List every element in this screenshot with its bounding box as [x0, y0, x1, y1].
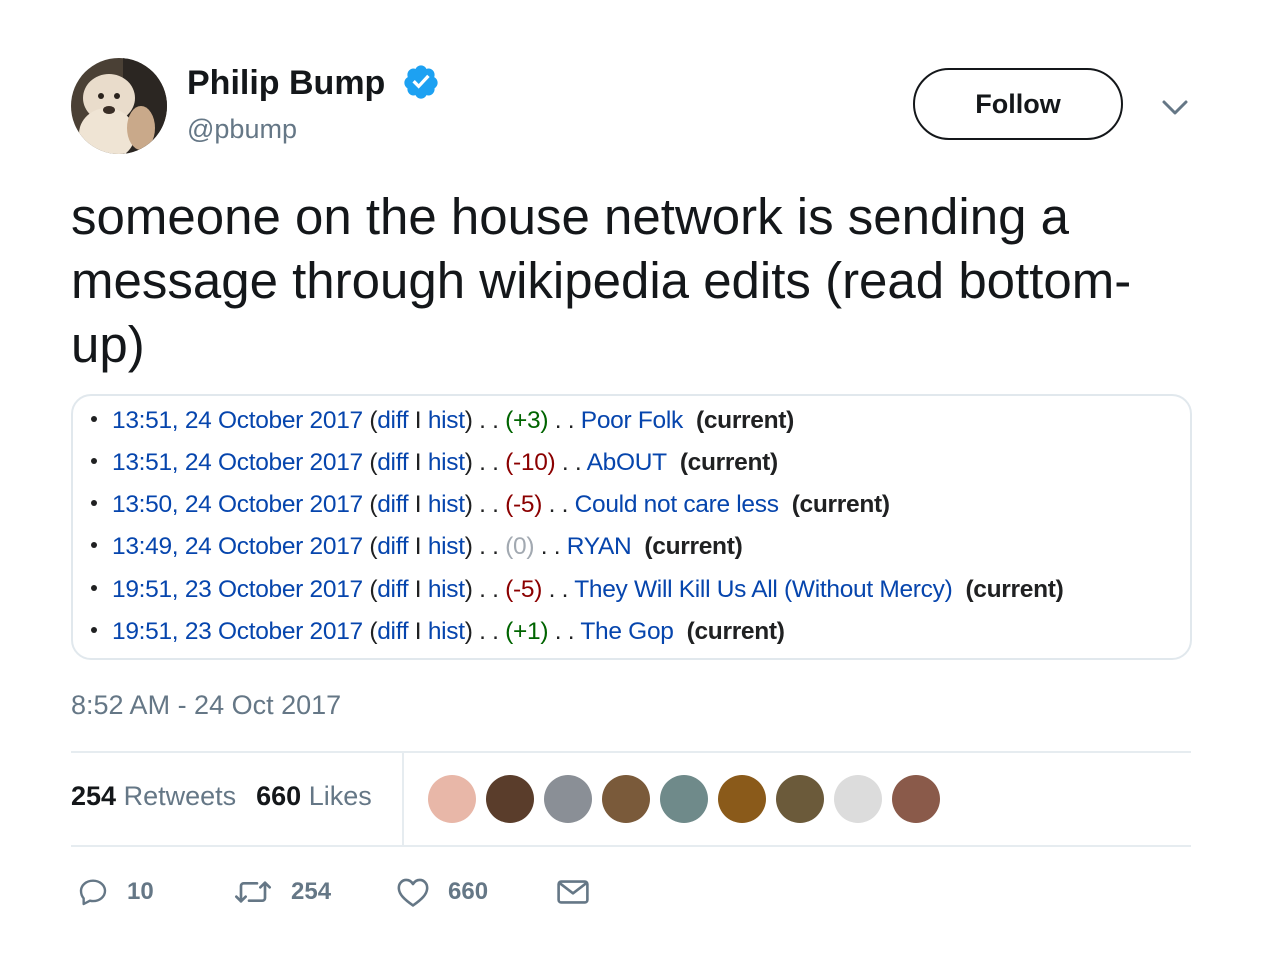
current-status: (current) [695, 407, 794, 434]
diff-link: diff [377, 533, 409, 560]
current-status: (current) [965, 576, 1064, 603]
bullet [91, 415, 97, 422]
retweets-count: 254 [71, 781, 117, 811]
edit-datetime: 13:49, 24 October 2017 [112, 533, 363, 560]
liker-avatar[interactable] [892, 775, 940, 823]
byte-change: (-5) [505, 576, 543, 603]
retweet-button[interactable]: 254 [233, 872, 331, 912]
chevron-down-icon[interactable] [1160, 94, 1190, 120]
edit-row: 13:50, 24 October 2017 (diff I hist) . .… [91, 491, 890, 521]
byte-change: (0) [505, 533, 535, 560]
article-title: They Will Kill Us All (Without Mercy) [574, 576, 953, 603]
heart-icon [397, 878, 429, 907]
edit-row: 13:51, 24 October 2017 (diff I hist) . .… [91, 407, 794, 437]
author-handle[interactable]: @pbump [187, 114, 297, 145]
liker-avatar[interactable] [834, 775, 882, 823]
article-title: The Gop [580, 618, 674, 645]
diff-link: diff [377, 449, 409, 476]
edit-datetime: 19:51, 23 October 2017 [112, 618, 363, 645]
liker-avatar[interactable] [776, 775, 824, 823]
likes-stat[interactable]: 660 Likes [256, 781, 372, 811]
edit-row: 13:49, 24 October 2017 (diff I hist) . .… [91, 533, 743, 563]
hist-link: hist [427, 407, 465, 434]
liker-avatar[interactable] [718, 775, 766, 823]
bullet [91, 541, 97, 548]
diff-link: diff [377, 407, 409, 434]
author-name[interactable]: Philip Bump [187, 64, 385, 103]
current-status: (current) [679, 449, 778, 476]
like-count: 660 [448, 878, 489, 905]
edit-datetime: 13:51, 24 October 2017 [112, 407, 363, 434]
bullet [91, 584, 97, 591]
edit-datetime: 13:50, 24 October 2017 [112, 491, 363, 518]
envelope-icon [557, 880, 589, 904]
divider [71, 751, 1191, 753]
current-status: (current) [791, 491, 890, 518]
hist-link: hist [427, 491, 465, 518]
edit-row: 19:51, 23 October 2017 (diff I hist) . .… [91, 618, 785, 648]
article-title: RYAN [566, 533, 632, 560]
liker-avatar[interactable] [660, 775, 708, 823]
liker-avatar[interactable] [428, 775, 476, 823]
stats-separator [402, 753, 404, 845]
bullet [91, 457, 97, 464]
reply-count: 10 [127, 878, 154, 905]
author-avatar[interactable] [71, 58, 167, 154]
edit-row: 19:51, 23 October 2017 (diff I hist) . .… [91, 576, 1064, 606]
hist-link: hist [427, 576, 465, 603]
diff-link: diff [377, 576, 409, 603]
engagement-stats: 254 Retweets 660 Likes [71, 781, 372, 812]
hist-link: hist [427, 618, 465, 645]
verified-badge-icon [402, 63, 440, 101]
tweet-timestamp[interactable]: 8:52 AM - 24 Oct 2017 [71, 690, 341, 721]
hist-link: hist [427, 449, 465, 476]
retweet-icon [235, 881, 271, 903]
current-status: (current) [686, 618, 785, 645]
liker-avatar[interactable] [544, 775, 592, 823]
byte-change: (-10) [505, 449, 556, 476]
likes-label: Likes [308, 781, 372, 811]
retweet-count: 254 [291, 878, 332, 905]
likes-count: 660 [256, 781, 302, 811]
tweet-text: someone on the house network is sending … [71, 188, 1132, 373]
like-button[interactable]: 660 [396, 872, 488, 912]
direct-message-button[interactable] [556, 872, 590, 912]
retweets-label: Retweets [123, 781, 237, 811]
liker-avatar[interactable] [486, 775, 534, 823]
liker-avatar[interactable] [602, 775, 650, 823]
hist-link: hist [427, 533, 465, 560]
retweets-stat[interactable]: 254 Retweets [71, 781, 236, 811]
follow-button[interactable]: Follow [913, 68, 1123, 140]
divider [71, 845, 1191, 847]
edit-datetime: 19:51, 23 October 2017 [112, 576, 363, 603]
reply-button[interactable]: 10 [77, 872, 154, 912]
attached-image[interactable]: 13:51, 24 October 2017 (diff I hist) . .… [71, 394, 1192, 660]
bullet [91, 499, 97, 506]
article-title: Could not care less [574, 491, 779, 518]
reply-icon [79, 879, 107, 906]
diff-link: diff [377, 491, 409, 518]
edit-datetime: 13:51, 24 October 2017 [112, 449, 363, 476]
edit-row: 13:51, 24 October 2017 (diff I hist) . .… [91, 449, 778, 479]
diff-link: diff [377, 618, 409, 645]
byte-change: (+1) [505, 618, 549, 645]
bullet [91, 626, 97, 633]
byte-change: (-5) [505, 491, 543, 518]
byte-change: (+3) [505, 407, 549, 434]
article-title: Poor Folk [580, 407, 683, 434]
article-title: AbOUT [586, 449, 667, 476]
current-status: (current) [644, 533, 743, 560]
